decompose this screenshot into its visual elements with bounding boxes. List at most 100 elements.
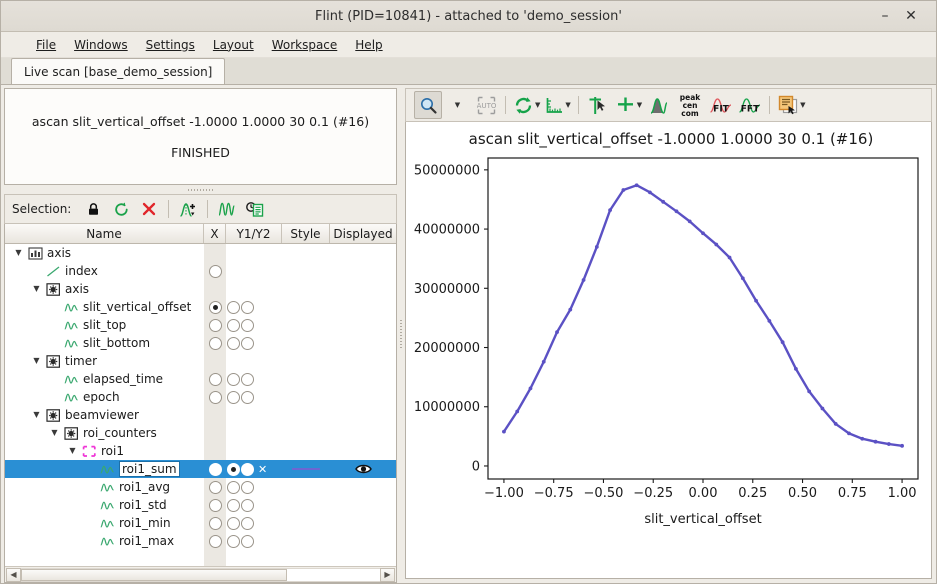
chevron-down-icon[interactable]: ▼ (31, 357, 42, 365)
crosshair-icon[interactable]: ▼ (613, 91, 644, 119)
y1-axis-radio[interactable] (227, 534, 240, 548)
tree-row-epoch[interactable]: epoch (5, 388, 396, 406)
x-axis-radio[interactable] (208, 318, 222, 332)
tree-row-slit_vertical_offset[interactable]: slit_vertical_offset (5, 298, 396, 316)
scroll-track[interactable] (21, 567, 380, 582)
y1-axis-radio[interactable] (227, 318, 240, 332)
tree-row-name-cell: slit_bottom (5, 336, 204, 350)
peak-cen-com-icon[interactable]: peak cen com (674, 91, 706, 119)
add-curve-icon[interactable] (175, 197, 201, 221)
chevron-down-icon[interactable]: ▼ (49, 429, 60, 437)
horizontal-splitter[interactable] (4, 185, 397, 194)
x-axis-radio[interactable] (208, 462, 222, 476)
tree-row-axis[interactable]: ▼ axis (5, 280, 396, 298)
menu-item-workspace[interactable]: Workspace (263, 35, 347, 55)
x-axis-radio[interactable] (208, 336, 222, 350)
plot-canvas[interactable]: ascan slit_vertical_offset -1.0000 1.000… (405, 122, 932, 579)
tree-horizontal-scrollbar[interactable]: ◀ ▶ (5, 566, 396, 582)
menu-item-help[interactable]: Help (346, 35, 391, 55)
refresh-icon[interactable]: ▼ (511, 91, 542, 119)
y2-axis-radio[interactable] (241, 372, 254, 386)
x-axis-radio[interactable] (208, 516, 222, 530)
tree-row-style-cell[interactable] (282, 468, 330, 470)
column-header-style[interactable]: Style (282, 224, 330, 243)
close-button[interactable]: ✕ (898, 5, 924, 27)
y2-axis-radio[interactable] (241, 498, 254, 512)
menu-item-file[interactable]: File (27, 35, 65, 55)
auto-scale-icon[interactable]: AUTO (472, 91, 500, 119)
tree-row-elapsed_time[interactable]: elapsed_time (5, 370, 396, 388)
y1-axis-radio[interactable] (227, 390, 240, 404)
zoom-dropdown-caret[interactable]: ▼ (443, 91, 471, 119)
cursor-marker-icon[interactable] (584, 91, 612, 119)
y2-axis-radio[interactable] (241, 318, 254, 332)
y2-axis-radio[interactable] (241, 462, 254, 476)
y2-axis-radio[interactable] (241, 300, 254, 314)
tree-row-roi1_avg[interactable]: roi1_avg (5, 478, 396, 496)
x-axis-radio[interactable] (208, 372, 222, 386)
menu-item-settings[interactable]: Settings (137, 35, 204, 55)
y2-axis-radio[interactable] (241, 390, 254, 404)
menu-item-workspace-label: Workspace (271, 37, 338, 52)
y2-axis-radio[interactable] (241, 336, 254, 350)
minimize-button[interactable]: – (872, 5, 898, 27)
tree-row-roi1_std[interactable]: roi1_std (5, 496, 396, 514)
column-header-x[interactable]: X (204, 224, 226, 243)
x-axis-radio[interactable] (208, 264, 222, 278)
reset-icon[interactable] (108, 197, 134, 221)
remove-icon[interactable] (136, 197, 162, 221)
y1-axis-radio[interactable] (227, 516, 240, 530)
y1-axis-radio[interactable] (227, 498, 240, 512)
column-header-name[interactable]: Name (5, 224, 204, 243)
column-header-displayed[interactable]: Displayed (330, 224, 396, 243)
tree-row-timer[interactable]: ▼ timer (5, 352, 396, 370)
tree-row-roi_counters[interactable]: ▼ roi_counters (5, 424, 396, 442)
tab-live-scan[interactable]: Live scan [base_demo_session] (11, 58, 226, 84)
clear-axis-icon[interactable]: ✕ (258, 463, 267, 476)
tree-row-roi1_sum[interactable]: roi1_sum ✕ (5, 460, 396, 478)
scroll-right-button[interactable]: ▶ (380, 567, 395, 582)
menu-item-windows[interactable]: Windows (65, 35, 137, 55)
tree-row-displayed-cell[interactable] (330, 463, 396, 475)
chevron-down-icon[interactable]: ▼ (13, 249, 24, 257)
y2-axis-radio[interactable] (241, 534, 254, 548)
scroll-thumb[interactable] (21, 568, 287, 581)
scan-plot[interactable]: ascan slit_vertical_offset -1.0000 1.000… (406, 122, 932, 537)
tree-row-slit_top[interactable]: slit_top (5, 316, 396, 334)
y2-axis-radio[interactable] (241, 516, 254, 530)
scroll-left-button[interactable]: ◀ (6, 567, 21, 582)
y1-axis-radio[interactable] (227, 462, 240, 476)
scan-history-icon[interactable] (242, 197, 268, 221)
tree-row-roi1[interactable]: ▼ roi1 (5, 442, 396, 460)
y1-axis-radio[interactable] (227, 300, 240, 314)
x-axis-radio[interactable] (208, 390, 222, 404)
y1-axis-radio[interactable] (227, 372, 240, 386)
y1-axis-radio[interactable] (227, 480, 240, 494)
gaussian-icon[interactable] (645, 91, 673, 119)
vertical-splitter[interactable] (397, 85, 405, 583)
chevron-down-icon[interactable]: ▼ (31, 285, 42, 293)
x-axis-radio[interactable] (208, 480, 222, 494)
lock-icon[interactable] (80, 197, 106, 221)
axis-scale-icon[interactable]: ▼ (543, 91, 572, 119)
fit-icon[interactable]: FIT (707, 91, 735, 119)
tree-row-roi1_min[interactable]: roi1_min (5, 514, 396, 532)
x-axis-radio[interactable] (208, 534, 222, 548)
chevron-down-icon[interactable]: ▼ (67, 447, 78, 455)
zoom-icon[interactable] (414, 91, 442, 119)
y1-axis-radio[interactable] (227, 336, 240, 350)
tree-row-index[interactable]: index (5, 262, 396, 280)
y2-axis-radio[interactable] (241, 480, 254, 494)
tree-row-roi1_max[interactable]: roi1_max (5, 532, 396, 550)
tree-row-slit_bottom[interactable]: slit_bottom (5, 334, 396, 352)
tree-row-axis[interactable]: ▼ axis (5, 244, 396, 262)
x-axis-radio[interactable] (208, 300, 222, 314)
chevron-down-icon[interactable]: ▼ (31, 411, 42, 419)
export-icon[interactable]: ▼ (775, 91, 807, 119)
peaks-icon[interactable] (214, 197, 240, 221)
menu-item-layout[interactable]: Layout (204, 35, 263, 55)
x-axis-radio[interactable] (208, 498, 222, 512)
tree-row-beamviewer[interactable]: ▼ beamviewer (5, 406, 396, 424)
column-header-y1y2[interactable]: Y1/Y2 (226, 224, 282, 243)
fft-icon[interactable]: FFT (736, 91, 764, 119)
